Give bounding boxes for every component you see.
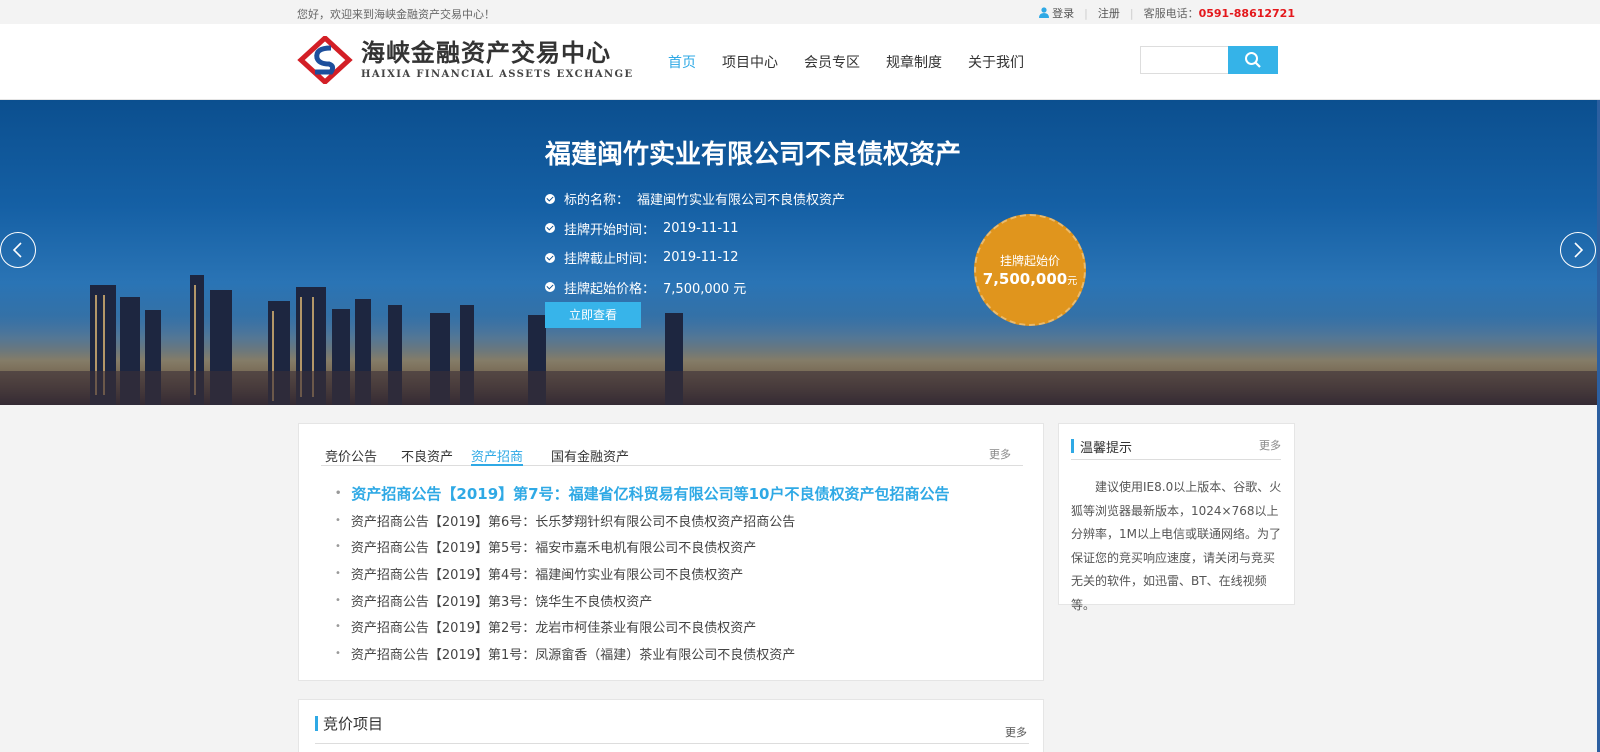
banner-next-button[interactable] (1560, 232, 1596, 268)
login-label: 登录 (1052, 7, 1075, 20)
arrow-left-icon (12, 242, 22, 258)
tab-bad-assets[interactable]: 不良资产 (401, 446, 453, 466)
nav-projects[interactable]: 项目中心 (722, 52, 778, 72)
list-item[interactable]: • 资产招商公告【2019】第5号：福安市嘉禾电机有限公司不良债权资产 (335, 533, 949, 560)
list-item[interactable]: • 资产招商公告【2019】第1号：凤源畲香（福建）茶业有限公司不良债权资产 (335, 640, 949, 667)
detail-item: 标的名称： 福建闽竹实业有限公司不良债权资产 (545, 184, 845, 214)
logo-subtitle: HAIXIA FINANCIAL ASSETS EXCHANGE (361, 69, 634, 80)
check-icon (545, 252, 555, 263)
site-logo[interactable]: 海峡金融资产交易中心 HAIXIA FINANCIAL ASSETS EXCHA… (297, 36, 634, 84)
list-item[interactable]: • 资产招商公告【2019】第3号：饶华生不良债权资产 (335, 587, 949, 614)
top-bar: 您好，欢迎来到海峡金融资产交易中心！ 登录 | 注册 | 客服电话：0591-8… (0, 0, 1600, 24)
bid-more-link[interactable]: 更多 (1005, 724, 1027, 740)
logo-mark-icon (297, 36, 353, 84)
check-icon (545, 193, 555, 204)
list-item[interactable]: • 资产招商公告【2019】第4号：福建闽竹实业有限公司不良债权资产 (335, 560, 949, 587)
nav-about[interactable]: 关于我们 (968, 52, 1024, 72)
list-item[interactable]: • 资产招商公告【2019】第7号：福建省亿科贸易有限公司等10户不良债权资产包招… (335, 480, 949, 507)
nav-home[interactable]: 首页 (668, 52, 696, 72)
detail-value: 2019-11-11 (663, 220, 739, 236)
check-icon (545, 282, 555, 293)
welcome-text: 您好，欢迎来到海峡金融资产交易中心！ (297, 8, 495, 21)
accent-bar (1071, 439, 1074, 453)
price-label: 挂牌起始价 (999, 254, 1060, 268)
detail-key: 挂牌开始时间： (564, 222, 656, 238)
service-phone: 客服电话：0591-88612721 (1144, 5, 1295, 21)
arrow-right-icon (1574, 242, 1584, 258)
banner-title: 福建闽竹实业有限公司不良债权资产 (545, 140, 962, 170)
detail-value: 福建闽竹实业有限公司不良债权资产 (637, 193, 846, 209)
accent-bar (315, 716, 318, 731)
check-icon (545, 223, 555, 234)
detail-item: 挂牌截止时间： 2019-11-12 (545, 243, 845, 273)
tips-more-link[interactable]: 更多 (1259, 437, 1281, 453)
tips-body: 建议使用IE8.0以上版本、谷歌、火狐等浏览器最新版本，1024×768以上分辨… (1071, 480, 1282, 612)
main-nav: 首页 项目中心 会员专区 规章制度 关于我们 (668, 52, 1024, 72)
bid-section-title: 竞价项目 (323, 715, 384, 733)
tab-asset-investment[interactable]: 资产招商 (471, 446, 524, 466)
divider (315, 743, 1029, 744)
detail-item: 挂牌起始价格： 7,500,000 元 (545, 273, 845, 303)
tips-header: 温馨提示 更多 (1071, 436, 1281, 460)
nav-rules[interactable]: 规章制度 (886, 52, 942, 72)
list-item-text: 资产招商公告【2019】第1号：凤源畲香（福建）茶业有限公司不良债权资产 (350, 647, 796, 663)
detail-item: 挂牌开始时间： 2019-11-11 (545, 214, 845, 244)
detail-key: 标的名称： (564, 193, 630, 209)
bid-projects-panel: 竞价项目 更多 (298, 699, 1044, 752)
detail-key: 挂牌起始价格： (564, 281, 656, 297)
nav-members[interactable]: 会员专区 (804, 52, 860, 72)
detail-key: 挂牌截止时间： (564, 252, 656, 268)
login-link[interactable]: 登录 (1039, 5, 1074, 21)
divider: | (1129, 6, 1134, 20)
phone-label: 客服电话： (1143, 7, 1199, 20)
notice-panel: 竞价公告 不良资产 资产招商 国有金融资产 更多 • 资产招商公告【2019】第7… (298, 423, 1044, 681)
list-item[interactable]: • 资产招商公告【2019】第6号：长乐梦翔针织有限公司不良债权资产招商公告 (335, 507, 949, 534)
tab-state-assets[interactable]: 国有金融资产 (551, 446, 629, 466)
list-item-text: 资产招商公告【2019】第2号：龙岩市柯佳茶业有限公司不良债权资产 (350, 621, 757, 637)
notice-tabs: 竞价公告 不良资产 资产招商 国有金融资产 更多 (321, 446, 1023, 466)
register-link[interactable]: 注册 (1098, 5, 1120, 21)
list-item-text: 资产招商公告【2019】第6号：长乐梦翔针织有限公司不良债权资产招商公告 (350, 514, 796, 530)
search-box (1140, 46, 1278, 74)
list-item-text: 资产招商公告【2019】第7号：福建省亿科贸易有限公司等10户不良债权资产包招商… (351, 484, 950, 503)
search-button[interactable] (1228, 46, 1278, 74)
search-icon (1245, 52, 1261, 68)
price-value: 7,500,000 (982, 270, 1068, 288)
start-price-badge: 挂牌起始价 7,500,000元 (974, 214, 1086, 326)
price-unit: 元 (1067, 276, 1078, 287)
banner-prev-button[interactable] (0, 232, 36, 268)
phone-number: 0591-88612721 (1198, 7, 1295, 20)
detail-value: 7,500,000 元 (663, 281, 747, 297)
list-item-text: 资产招商公告【2019】第4号：福建闽竹实业有限公司不良债权资产 (350, 567, 744, 583)
banner-details: 标的名称： 福建闽竹实业有限公司不良债权资产 挂牌开始时间： 2019-11-11 … (545, 184, 845, 302)
tips-panel: 温馨提示 更多 建议使用IE8.0以上版本、谷歌、火狐等浏览器最新版本，1024… (1058, 423, 1295, 612)
search-input[interactable] (1140, 46, 1228, 74)
logo-title: 海峡金融资产交易中心 (361, 38, 611, 67)
list-item-text: 资产招商公告【2019】第3号：饶华生不良债权资产 (350, 594, 653, 610)
list-item-text: 资产招商公告【2019】第5号：福安市嘉禾电机有限公司不良债权资产 (350, 541, 757, 557)
list-item[interactable]: • 资产招商公告【2019】第2号：龙岩市柯佳茶业有限公司不良债权资产 (335, 613, 949, 640)
divider: | (1084, 6, 1088, 20)
tab-bidding-notice[interactable]: 竞价公告 (325, 446, 377, 466)
hero-banner: 福建闽竹实业有限公司不良债权资产 标的名称： 福建闽竹实业有限公司不良债权资产 挂… (0, 100, 1597, 405)
site-header: 海峡金融资产交易中心 HAIXIA FINANCIAL ASSETS EXCHA… (0, 24, 1600, 100)
user-icon (1039, 7, 1050, 18)
view-now-button[interactable]: 立即查看 (545, 302, 641, 328)
tips-title: 温馨提示 (1080, 441, 1133, 456)
notice-list: • 资产招商公告【2019】第7号：福建省亿科贸易有限公司等10户不良债权资产包招… (335, 480, 949, 667)
more-link[interactable]: 更多 (989, 446, 1011, 462)
detail-value: 2019-11-12 (663, 250, 739, 266)
top-links: 登录 | 注册 | 客服电话：0591-88612721 (1039, 5, 1295, 21)
